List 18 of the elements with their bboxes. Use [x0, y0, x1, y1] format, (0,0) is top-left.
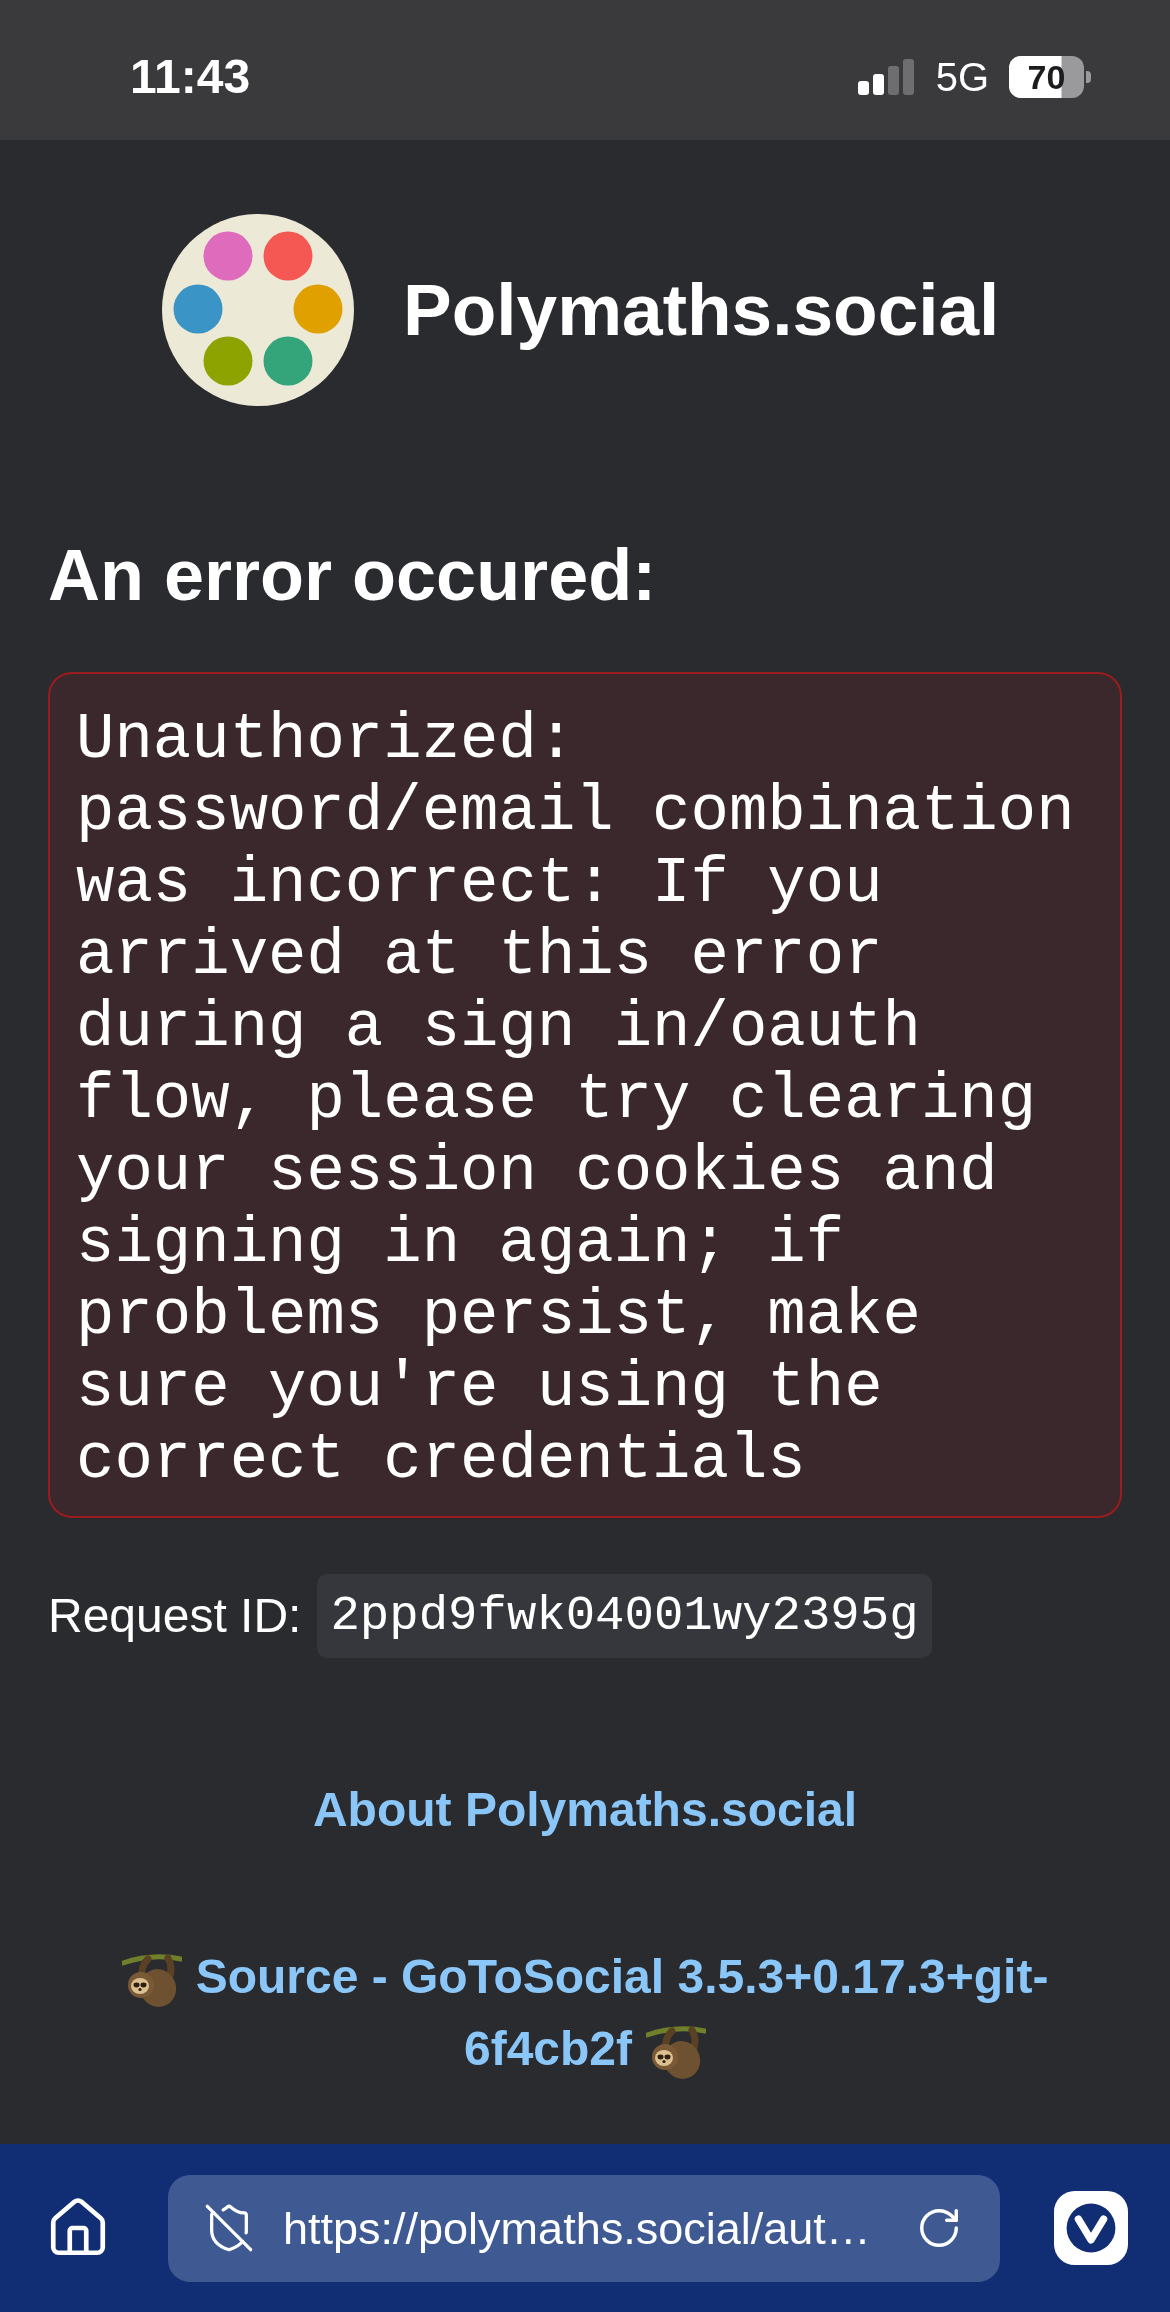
browser-menu-button[interactable] [1054, 2191, 1128, 2265]
v-logo-icon [1054, 2191, 1128, 2265]
status-time: 11:43 [130, 53, 251, 101]
signal-icon [857, 59, 914, 95]
request-id-label: Request ID: [48, 1592, 302, 1640]
error-message: Unauthorized: password/email combination was incorrect: If you arrived at this error during a sign in/oauth flow, please try clearing your session cookies and signing in again; if problems persist, make sure you're using the correct credentials [76, 704, 1076, 1496]
battery-percent: 70 [1027, 60, 1066, 94]
request-id-value: 2ppd9fwk04001wy2395g [317, 1574, 932, 1658]
source-link[interactable]: Source - GoToSocial 3.5.3+0.17.3+git-6f4cb2f [112, 1941, 1058, 2085]
address-bar[interactable]: https://polymaths.social/aut… [168, 2174, 1000, 2282]
error-heading: An error occured: [48, 535, 658, 615]
network-type: 5G [935, 57, 989, 97]
shield-slash-icon [203, 2202, 255, 2254]
battery-icon [1009, 56, 1091, 98]
dots-logo-icon [162, 214, 354, 406]
url-text: https://polymaths.social/aut… [283, 2205, 872, 2251]
about-link[interactable]: About Polymaths.social [312, 1783, 858, 1836]
site-title: Polymaths.social [403, 270, 1000, 350]
